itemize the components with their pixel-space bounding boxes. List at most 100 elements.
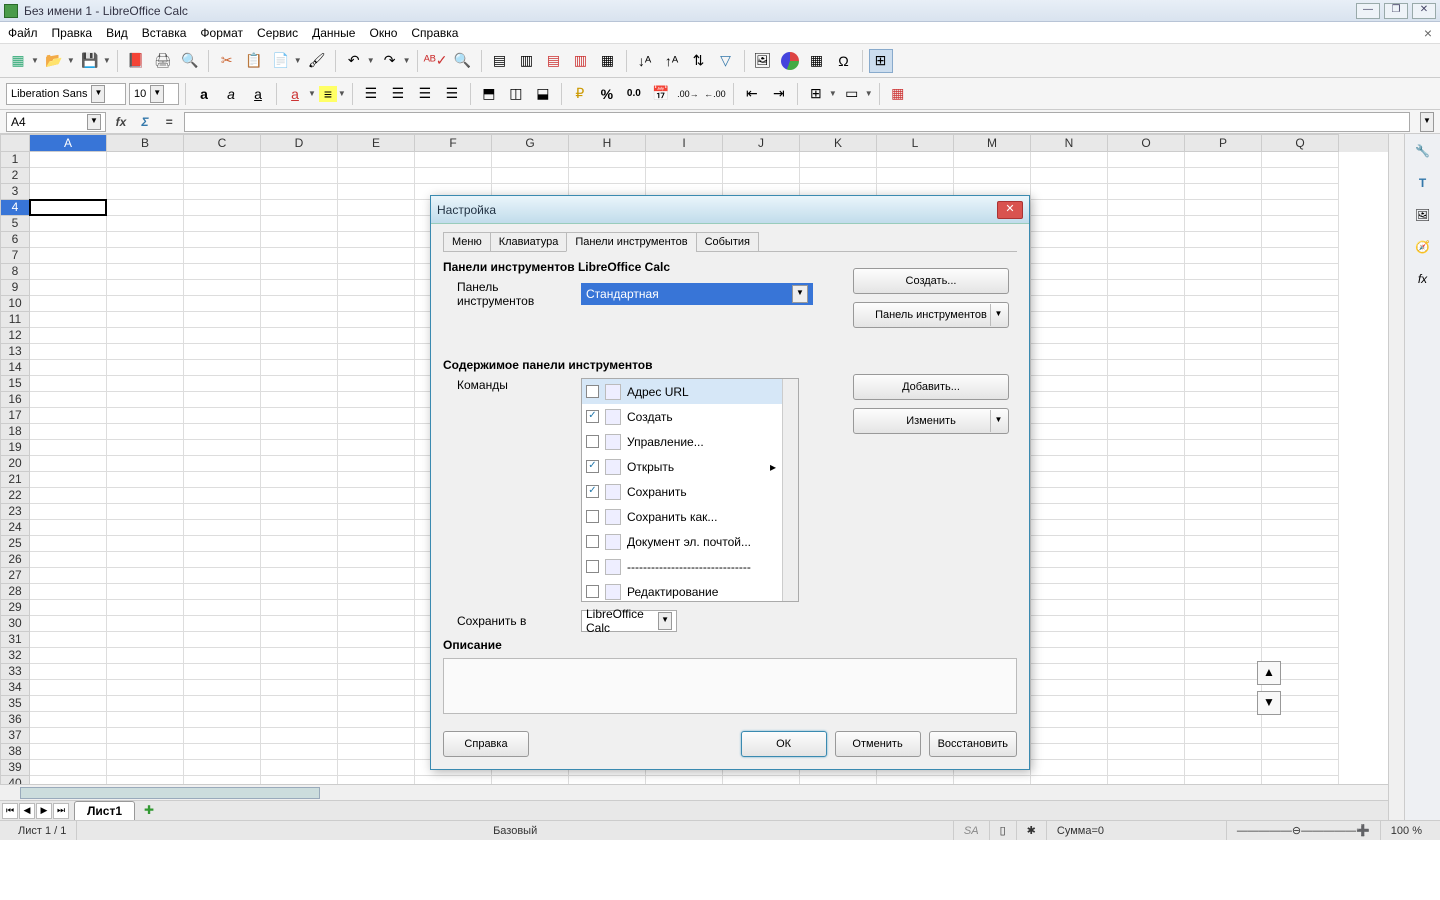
bold-icon[interactable]: a (192, 82, 216, 106)
row-header[interactable]: 6 (0, 232, 30, 248)
cell[interactable] (261, 664, 338, 680)
command-checkbox[interactable] (586, 560, 599, 573)
cell[interactable] (107, 200, 184, 216)
row-header[interactable]: 13 (0, 344, 30, 360)
menu-file[interactable]: Файл (8, 26, 38, 40)
row-header[interactable]: 12 (0, 328, 30, 344)
cell[interactable] (1262, 328, 1339, 344)
cell[interactable] (338, 152, 415, 168)
cell[interactable] (1031, 344, 1108, 360)
cell[interactable] (30, 648, 107, 664)
row-header[interactable]: 14 (0, 360, 30, 376)
cell[interactable] (184, 760, 261, 776)
tab-nav-first[interactable]: ⏮ (2, 803, 18, 819)
dialog-close-icon[interactable]: ✕ (997, 201, 1023, 219)
formula-input[interactable] (184, 112, 1410, 132)
cell[interactable] (184, 504, 261, 520)
pdf-export-icon[interactable]: 📕 (124, 49, 148, 73)
cell[interactable] (107, 280, 184, 296)
cell[interactable] (261, 568, 338, 584)
cell[interactable] (1031, 712, 1108, 728)
cell[interactable] (30, 744, 107, 760)
cell[interactable] (184, 312, 261, 328)
cell[interactable] (1108, 488, 1185, 504)
cell[interactable] (1185, 328, 1262, 344)
cell[interactable] (30, 344, 107, 360)
cell[interactable] (184, 376, 261, 392)
tab-toolbars[interactable]: Панели инструментов (566, 232, 696, 252)
sum-icon[interactable]: Σ (136, 113, 154, 131)
cell[interactable] (261, 184, 338, 200)
cell[interactable] (1185, 568, 1262, 584)
cell[interactable] (107, 488, 184, 504)
status-selection[interactable]: ▯ (990, 821, 1017, 840)
cell[interactable] (261, 712, 338, 728)
cell[interactable] (569, 776, 646, 784)
cell-reference-input[interactable]: A4▼ (6, 112, 106, 132)
spellcheck-icon[interactable]: ᴬᴮ✓ (424, 49, 448, 73)
row-header[interactable]: 28 (0, 584, 30, 600)
cell[interactable] (1185, 680, 1262, 696)
cell[interactable] (184, 648, 261, 664)
cell[interactable] (338, 360, 415, 376)
cell[interactable] (1031, 216, 1108, 232)
cell[interactable] (1262, 584, 1339, 600)
cell[interactable] (107, 376, 184, 392)
cell[interactable] (1108, 376, 1185, 392)
cell[interactable] (1108, 408, 1185, 424)
col-header[interactable]: M (954, 134, 1031, 152)
cell[interactable] (107, 728, 184, 744)
cell[interactable] (30, 504, 107, 520)
cell[interactable] (107, 456, 184, 472)
cell[interactable] (261, 632, 338, 648)
cell[interactable] (1185, 152, 1262, 168)
cell[interactable] (1108, 520, 1185, 536)
cell[interactable] (338, 456, 415, 472)
help-button[interactable]: Справка (443, 731, 529, 757)
cell[interactable] (338, 328, 415, 344)
cell[interactable] (1262, 168, 1339, 184)
cell[interactable] (107, 744, 184, 760)
cell[interactable] (107, 520, 184, 536)
cell[interactable] (261, 296, 338, 312)
valign-mid-icon[interactable]: ◫ (504, 82, 528, 106)
cell[interactable] (1031, 408, 1108, 424)
cell[interactable] (1031, 424, 1108, 440)
cell[interactable] (107, 472, 184, 488)
commands-listbox[interactable]: Адрес URL✓СоздатьУправление...✓Открыть▸✓… (581, 378, 799, 602)
cell[interactable] (1031, 232, 1108, 248)
cell[interactable] (30, 456, 107, 472)
sheet-tab[interactable]: Лист1 (74, 801, 135, 820)
cell[interactable] (261, 744, 338, 760)
cell[interactable] (30, 184, 107, 200)
command-checkbox[interactable]: ✓ (586, 485, 599, 498)
cell[interactable] (1031, 728, 1108, 744)
cell[interactable] (184, 408, 261, 424)
cell[interactable] (261, 776, 338, 784)
column-headers[interactable]: A B C D E F G H I J K L M N O P Q (0, 134, 1388, 152)
cell[interactable] (184, 664, 261, 680)
row-header[interactable]: 38 (0, 744, 30, 760)
row-header[interactable]: 26 (0, 552, 30, 568)
cell[interactable] (107, 600, 184, 616)
list-scrollbar[interactable] (782, 379, 798, 601)
print-preview-icon[interactable]: 🔍 (178, 49, 202, 73)
cell[interactable] (1185, 504, 1262, 520)
cell[interactable] (338, 616, 415, 632)
row-header[interactable]: 34 (0, 680, 30, 696)
command-checkbox[interactable] (586, 585, 599, 598)
cell[interactable] (1108, 600, 1185, 616)
cell[interactable] (184, 344, 261, 360)
row-header[interactable]: 3 (0, 184, 30, 200)
cell[interactable] (338, 424, 415, 440)
cell[interactable] (261, 488, 338, 504)
cell[interactable] (184, 776, 261, 784)
cell[interactable] (1185, 488, 1262, 504)
cell[interactable] (646, 776, 723, 784)
command-checkbox[interactable] (586, 385, 599, 398)
valign-top-icon[interactable]: ⬒ (477, 82, 501, 106)
cell[interactable] (1031, 184, 1108, 200)
function-wizard-icon[interactable]: fx (112, 113, 130, 131)
cell[interactable] (107, 344, 184, 360)
cell[interactable] (1185, 520, 1262, 536)
